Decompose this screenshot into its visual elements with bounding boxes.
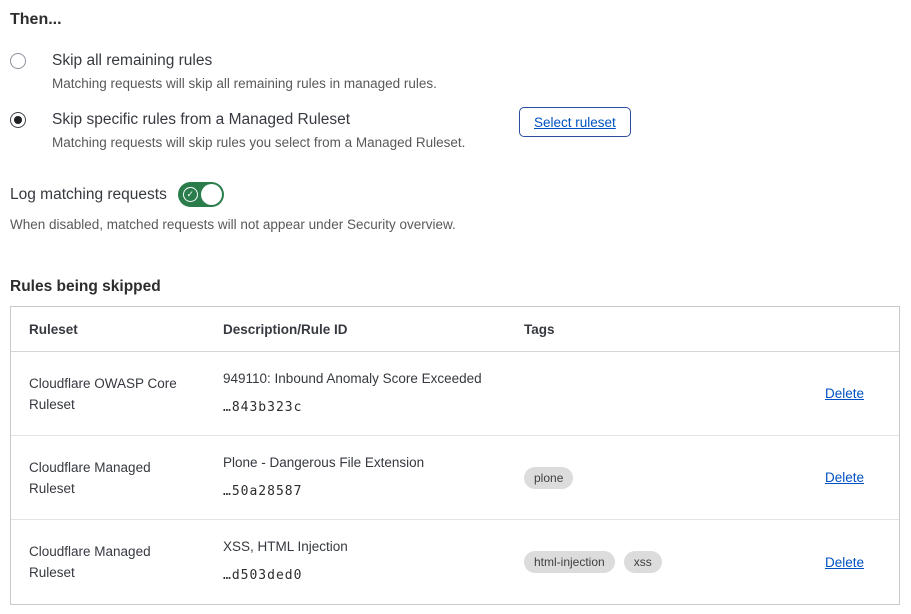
rule-id: …50a28587 <box>223 481 500 502</box>
rule-id: …d503ded0 <box>223 565 500 586</box>
radio-skip-specific[interactable] <box>10 112 26 128</box>
option-skip-all-description: Matching requests will skip all remainin… <box>52 75 437 93</box>
delete-link[interactable]: Delete <box>825 555 864 570</box>
col-header-tags: Tags <box>524 319 774 340</box>
toggle-knob <box>201 184 222 205</box>
rule-description: Plone - Dangerous File Extension <box>223 454 500 472</box>
option-skip-specific: Skip specific rules from a Managed Rules… <box>10 110 900 152</box>
then-heading: Then... <box>10 10 900 30</box>
col-header-ruleset: Ruleset <box>29 319 223 340</box>
tag-badge: html-injection <box>524 551 615 573</box>
col-header-description: Description/Rule ID <box>223 319 524 340</box>
cell-description: 949110: Inbound Anomaly Score Exceeded …… <box>223 370 524 418</box>
table-row: Cloudflare OWASP Core Ruleset 949110: In… <box>11 352 899 436</box>
cell-tags: plone <box>524 467 774 489</box>
cell-tags: html-injection xss <box>524 551 774 573</box>
option-skip-all-label[interactable]: Skip all remaining rules <box>52 51 437 71</box>
delete-link[interactable]: Delete <box>825 470 864 485</box>
log-matching-help: When disabled, matched requests will not… <box>10 216 900 234</box>
option-skip-all-remaining: Skip all remaining rules Matching reques… <box>10 51 900 93</box>
option-skip-specific-label[interactable]: Skip specific rules from a Managed Rules… <box>52 110 465 130</box>
select-ruleset-button[interactable]: Select ruleset <box>519 107 631 137</box>
tag-badge: xss <box>624 551 662 573</box>
log-matching-toggle[interactable]: ✓ <box>178 182 224 207</box>
rule-description: XSS, HTML Injection <box>223 538 500 556</box>
cell-ruleset: Cloudflare Managed Ruleset <box>29 541 223 583</box>
rule-description: 949110: Inbound Anomaly Score Exceeded <box>223 370 500 388</box>
cell-actions: Delete <box>774 383 899 404</box>
option-skip-specific-description: Matching requests will skip rules you se… <box>52 134 465 152</box>
toggle-check-icon: ✓ <box>183 187 198 202</box>
cell-actions: Delete <box>774 467 899 488</box>
rule-id: …843b323c <box>223 397 500 418</box>
cell-description: XSS, HTML Injection …d503ded0 <box>223 538 524 586</box>
cell-ruleset: Cloudflare OWASP Core Ruleset <box>29 373 223 415</box>
tag-badge: plone <box>524 467 573 489</box>
cell-ruleset: Cloudflare Managed Ruleset <box>29 457 223 499</box>
cell-description: Plone - Dangerous File Extension …50a285… <box>223 454 524 502</box>
table-row: Cloudflare Managed Ruleset XSS, HTML Inj… <box>11 520 899 604</box>
rules-skipped-heading: Rules being skipped <box>10 277 900 297</box>
table-header-row: Ruleset Description/Rule ID Tags <box>11 307 899 352</box>
table-row: Cloudflare Managed Ruleset Plone - Dange… <box>11 436 899 520</box>
log-matching-label: Log matching requests <box>10 185 167 205</box>
log-matching-row: Log matching requests ✓ <box>10 182 900 207</box>
delete-link[interactable]: Delete <box>825 386 864 401</box>
radio-skip-all-remaining[interactable] <box>10 53 26 69</box>
skip-rule-config-page: Then... Skip all remaining rules Matchin… <box>0 0 911 614</box>
cell-actions: Delete <box>774 552 899 573</box>
rules-skipped-table: Ruleset Description/Rule ID Tags Cloudfl… <box>10 306 900 605</box>
